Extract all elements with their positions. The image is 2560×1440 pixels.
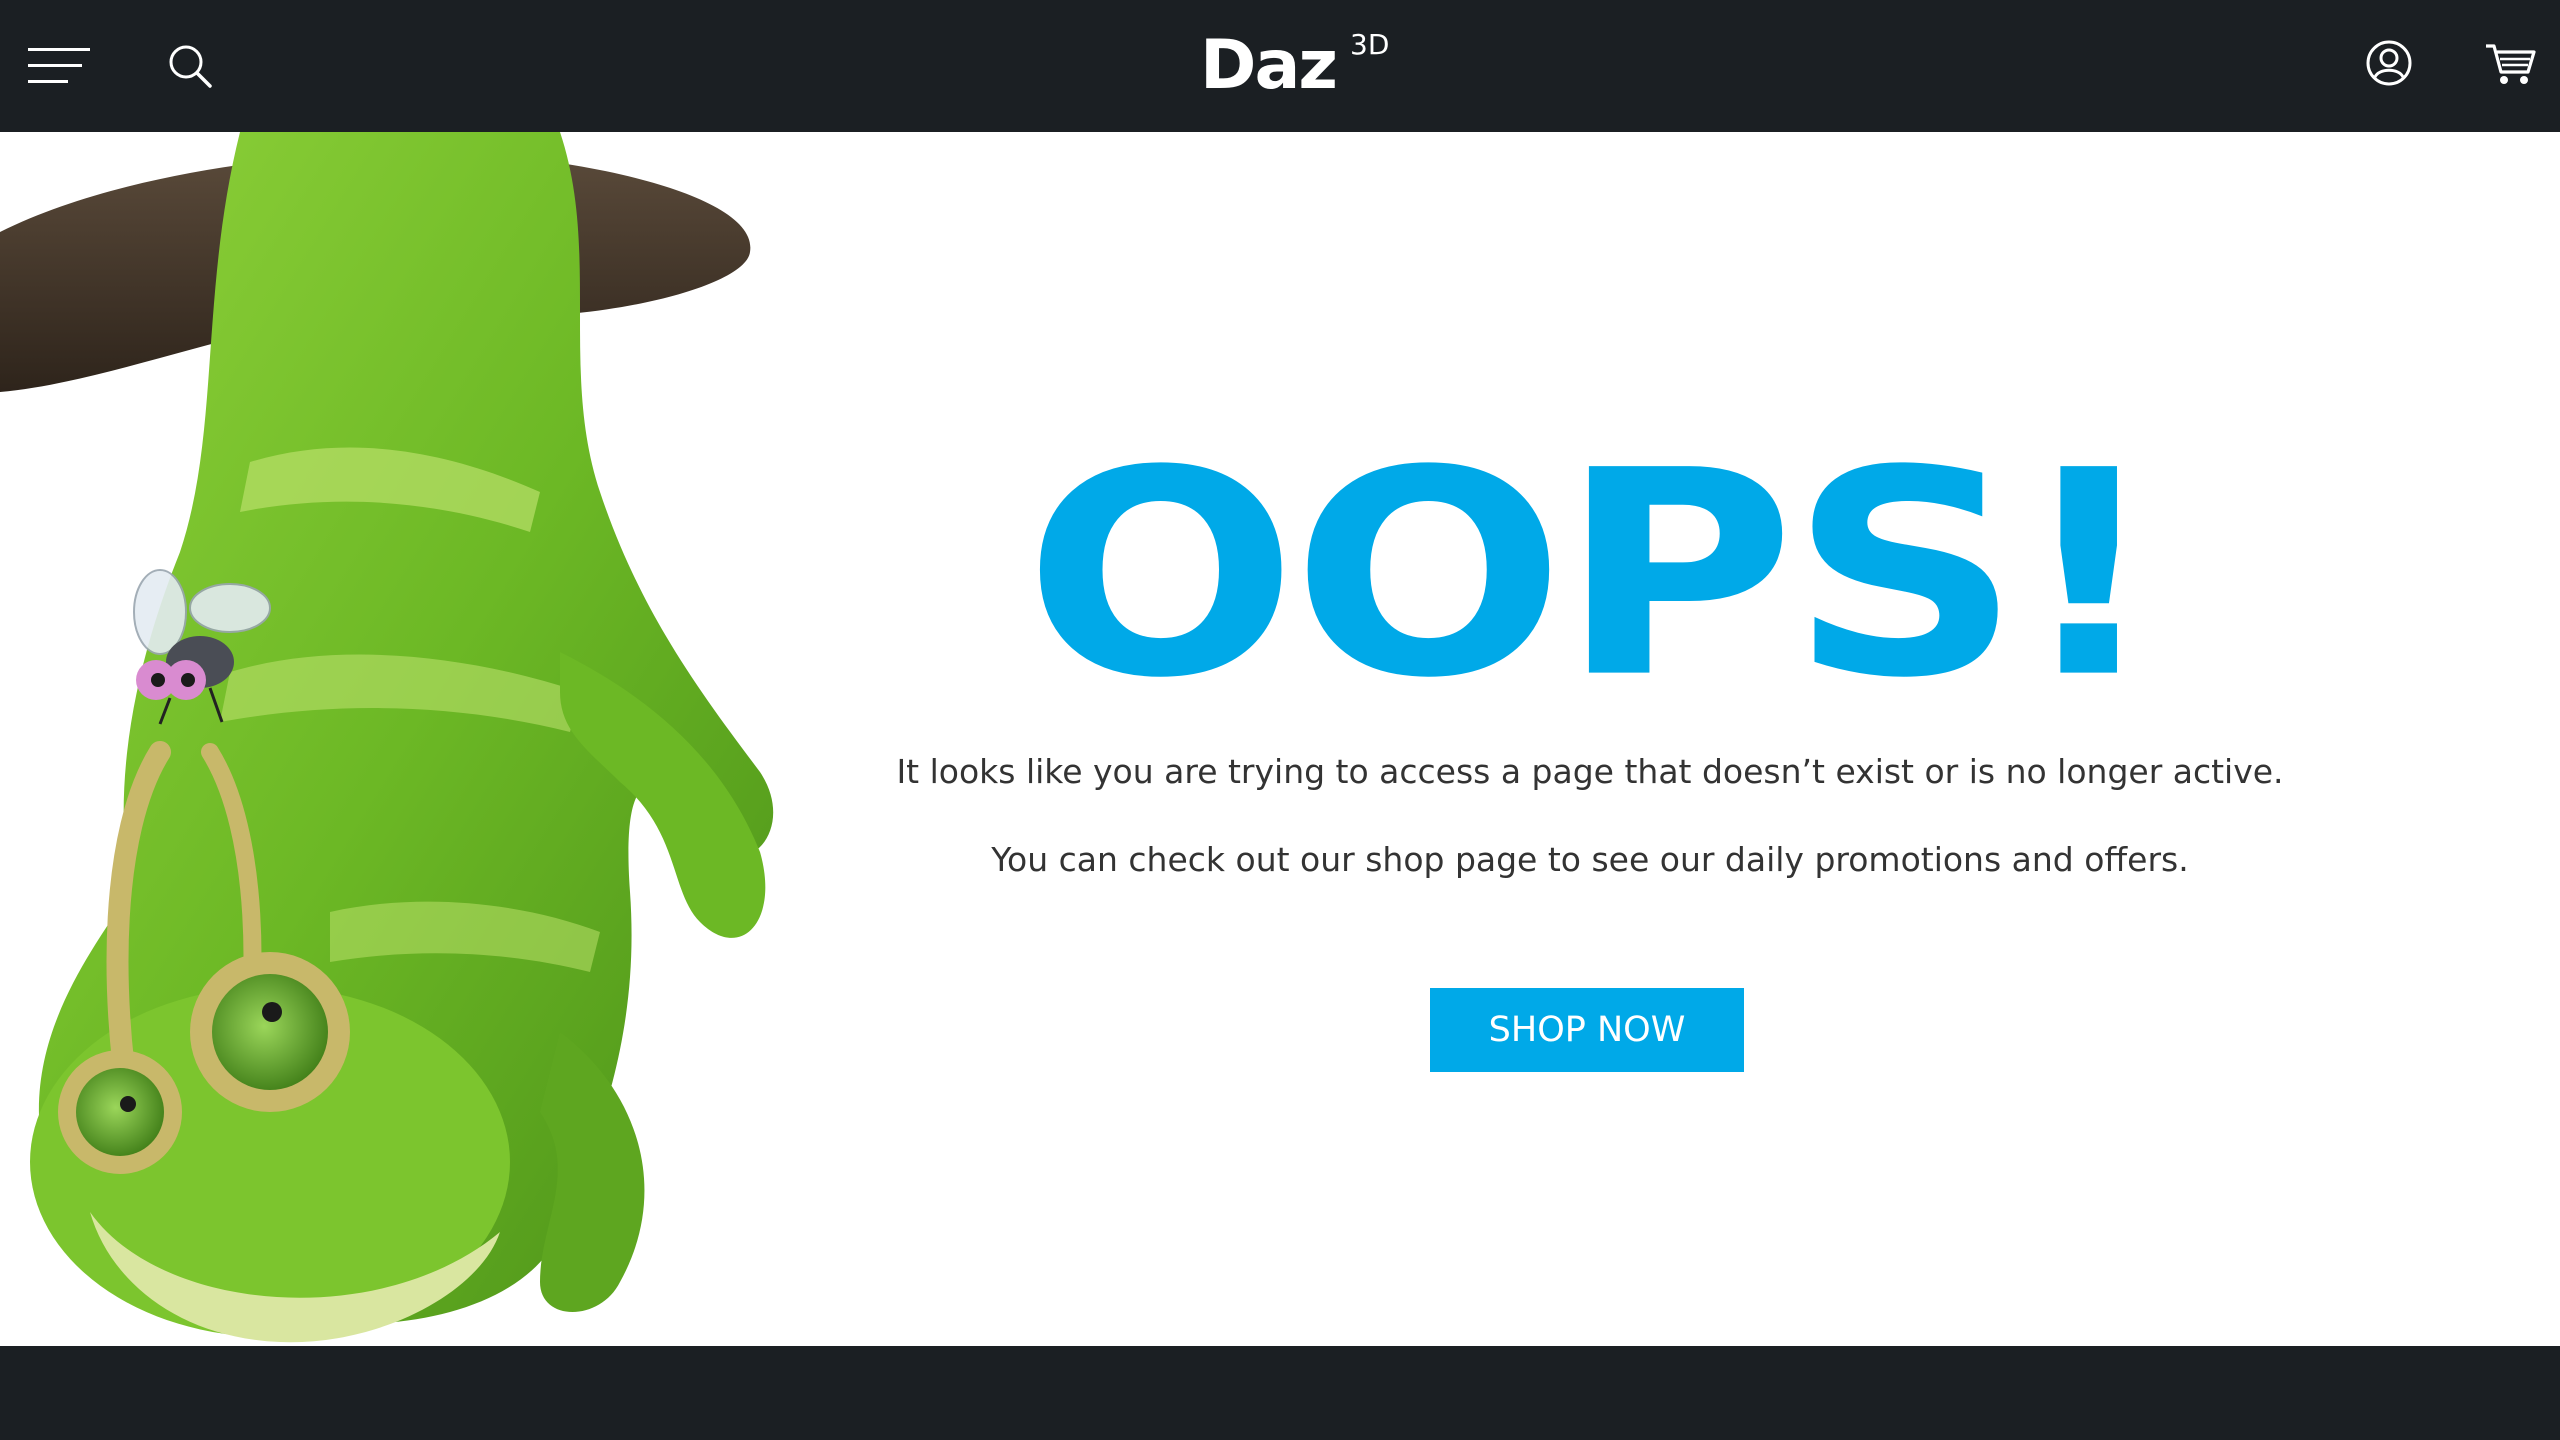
logo-superscript: 3D bbox=[1350, 28, 1390, 61]
oops-heading: OOPS! bbox=[1023, 409, 2162, 740]
site-header: Daz 3D bbox=[0, 0, 2560, 132]
error-message: It looks like you are trying to access a… bbox=[896, 752, 2284, 791]
promo-message: You can check out our shop page to see o… bbox=[991, 840, 2189, 879]
search-icon[interactable] bbox=[166, 42, 214, 90]
logo-text: Daz bbox=[1200, 26, 1338, 105]
shop-now-button[interactable]: SHOP NOW bbox=[1430, 988, 1744, 1072]
account-icon[interactable] bbox=[2364, 38, 2414, 88]
chameleon-illustration bbox=[0, 132, 800, 1346]
menu-icon[interactable] bbox=[28, 46, 92, 86]
site-footer bbox=[0, 1346, 2560, 1440]
cart-icon[interactable] bbox=[2484, 40, 2536, 88]
daz3d-logo[interactable]: Daz 3D bbox=[1200, 26, 1410, 106]
